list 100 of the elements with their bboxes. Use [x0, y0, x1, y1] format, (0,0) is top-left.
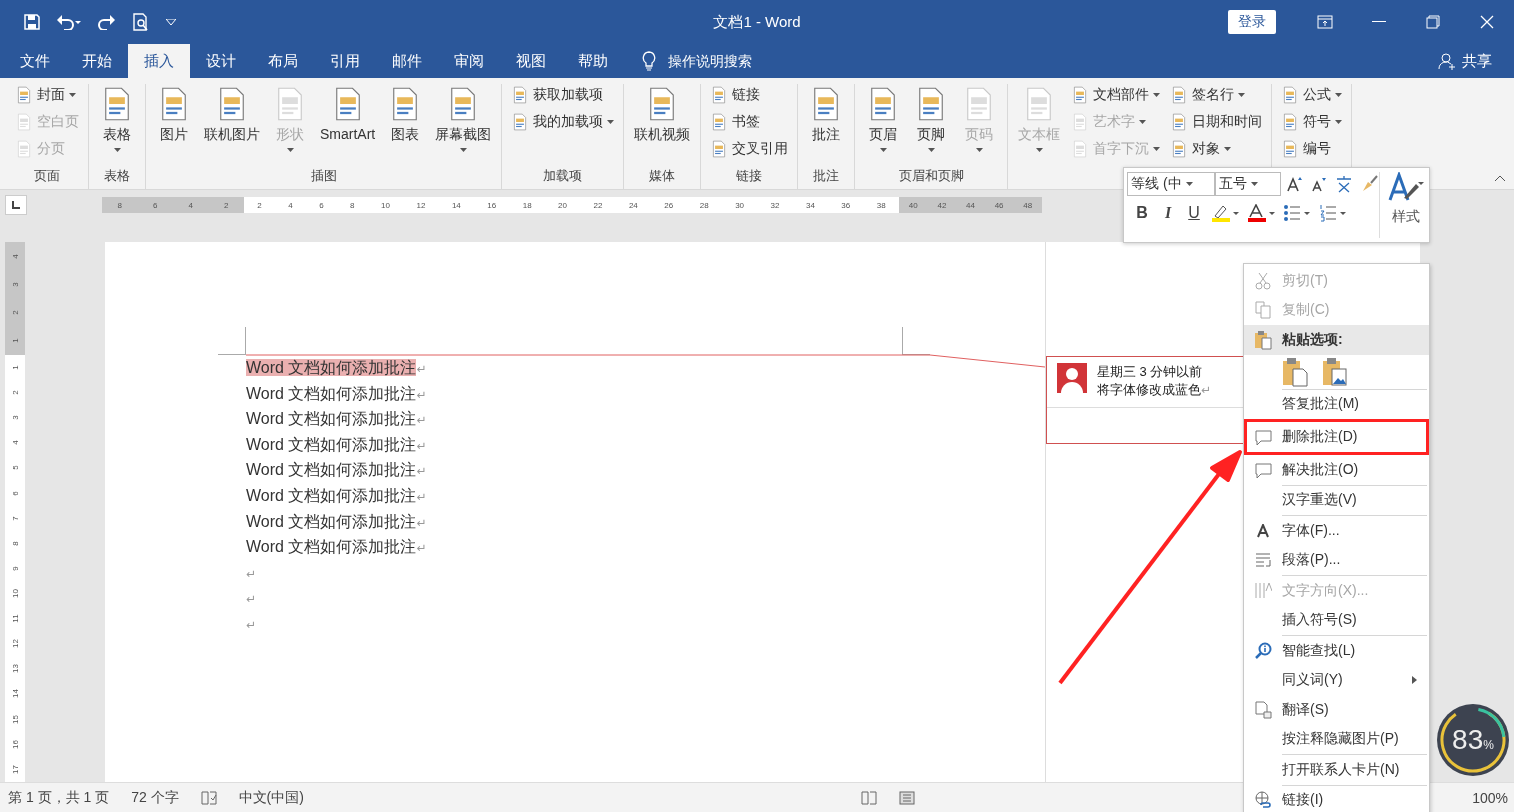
ruler-number: 30 — [735, 200, 745, 210]
ribbon-tab[interactable]: 文件 — [4, 44, 66, 78]
ribbon-tab[interactable]: 审阅 — [438, 44, 500, 78]
numbering-icon[interactable] — [1319, 204, 1347, 222]
menu-item[interactable]: 字体(F)... — [1244, 516, 1429, 546]
ribbon-button[interactable]: 联机视频 — [630, 84, 695, 146]
ribbon-button[interactable]: 文档部件 — [1068, 84, 1164, 106]
caret-icon — [459, 148, 467, 152]
grow-font-icon[interactable] — [1287, 176, 1303, 192]
ribbon-button[interactable]: 符号 — [1278, 111, 1346, 133]
ribbon-button[interactable]: 书签 — [707, 111, 792, 133]
language-status[interactable]: 中文(中国) — [238, 788, 304, 807]
ribbon-button[interactable]: 编号 — [1278, 138, 1346, 160]
ribbon-button[interactable]: 表格 — [95, 84, 139, 154]
ruler-number: 22 — [593, 200, 603, 210]
comment-bubble-icon — [1253, 460, 1273, 479]
paste-picture-icon[interactable] — [1322, 356, 1348, 387]
menu-item[interactable]: 链接(I) — [1244, 785, 1429, 812]
clipboard-icon — [1254, 329, 1272, 350]
ribbon-tab[interactable]: 设计 — [190, 44, 252, 78]
ribbon-tab[interactable]: 视图 — [500, 44, 562, 78]
ribbon-button[interactable]: 链接 — [707, 84, 792, 106]
menu-item[interactable]: 删除批注(D) — [1244, 419, 1429, 455]
tab-selector-button[interactable] — [5, 195, 27, 215]
ruler-number: 6 — [319, 200, 324, 210]
ribbon-button[interactable]: 获取加载项 — [508, 84, 618, 106]
menu-item[interactable]: 汉字重选(V) — [1244, 485, 1429, 515]
menu-item[interactable]: 解决批注(O) — [1244, 455, 1429, 485]
paste-keep-formatting-icon[interactable] — [1282, 356, 1308, 387]
font-color-icon[interactable] — [1247, 204, 1275, 222]
ruler-number: 16 — [487, 200, 497, 210]
customize-caret-icon[interactable] — [166, 19, 176, 25]
comment-text: 将字体修改成蓝色↵ — [1097, 381, 1212, 399]
ruler-number: 32 — [770, 200, 780, 210]
ribbon-button[interactable]: 批注 — [804, 84, 849, 146]
ribbon-button[interactable]: 屏幕截图 — [431, 84, 496, 154]
paragraph-mark: ↵ — [416, 464, 427, 479]
zoom-level[interactable]: 100% — [1472, 789, 1508, 806]
sign-in-button[interactable]: 登录 — [1228, 10, 1276, 34]
ribbon-tab[interactable]: 帮助 — [562, 44, 624, 78]
menu-item[interactable]: 翻译(S) — [1244, 695, 1429, 725]
ribbon-button[interactable]: 对象 — [1167, 138, 1266, 160]
format-button[interactable]: U — [1185, 204, 1203, 222]
styles-icon — [1388, 172, 1424, 202]
ribbon-button[interactable]: 我的加载项 — [508, 111, 618, 133]
ruler-number: 10 — [10, 589, 20, 598]
ribbon-tab[interactable]: 布局 — [252, 44, 314, 78]
menu-item[interactable]: 同义词(Y) — [1244, 665, 1429, 695]
memory-usage-widget[interactable]: 83% — [1437, 704, 1509, 776]
word-count[interactable]: 72 个字 — [131, 788, 179, 807]
paste-options-header[interactable]: 粘贴选项: — [1244, 325, 1429, 355]
page-count[interactable]: 第 1 页，共 1 页 — [8, 788, 110, 807]
paragraph-text: Word 文档如何添加批注 — [246, 512, 417, 530]
format-button[interactable]: I — [1159, 204, 1177, 222]
ruler-number: 7 — [10, 516, 20, 521]
highlight-color-icon[interactable] — [1211, 204, 1239, 222]
ribbon-button[interactable]: 图片 — [152, 84, 196, 146]
ribbon-button[interactable]: 页脚 — [909, 84, 954, 154]
save-icon[interactable] — [24, 14, 40, 30]
ribbon-button[interactable]: 公式 — [1278, 84, 1346, 106]
menu-item[interactable]: 按注释隐藏图片(P) — [1244, 724, 1429, 754]
caret-icon — [1335, 120, 1343, 124]
ribbon-tab[interactable]: 开始 — [66, 44, 128, 78]
ribbon-button[interactable]: 封面 — [12, 84, 82, 106]
ribbon-button[interactable]: 交叉引用 — [707, 138, 792, 160]
format-painter-icon[interactable] — [1361, 175, 1379, 193]
styles-button[interactable]: 样式 — [1379, 172, 1432, 238]
share-button[interactable]: 共享 — [1438, 44, 1492, 78]
menu-item[interactable]: 段落(P)... — [1244, 545, 1429, 575]
ruler-number: 1 — [10, 365, 20, 370]
tell-me-search-field[interactable]: 操作说明搜索 — [666, 52, 790, 70]
ribbon-tab[interactable]: 引用 — [314, 44, 376, 78]
ribbon-button[interactable]: 页眉 — [861, 84, 906, 154]
ribbon-button[interactable]: 联机图片 — [200, 84, 264, 146]
comment-time: 星期三 3 分钟以前 — [1097, 363, 1204, 381]
ribbon-button[interactable]: SmartArt — [316, 84, 380, 144]
paragraph-text: Word 文档如何添加批注 — [246, 461, 417, 479]
read-mode-icon[interactable] — [861, 790, 878, 805]
font-name-field[interactable]: 等线 (中 — [1127, 172, 1215, 196]
font-size-field[interactable]: 五号 — [1215, 172, 1281, 196]
ribbon-tab[interactable]: 邮件 — [376, 44, 438, 78]
format-button[interactable]: B — [1133, 204, 1151, 222]
redo-icon[interactable] — [98, 14, 116, 30]
proofing-icon[interactable] — [200, 790, 217, 805]
ribbon-button[interactable]: 签名行 — [1167, 84, 1266, 106]
paragraph-mark: ↵ — [246, 617, 257, 632]
undo-icon[interactable] — [56, 14, 82, 30]
menu-item[interactable]: 插入符号(S) — [1244, 605, 1429, 635]
paragraph-text: Word 文档如何添加批注 — [246, 435, 417, 453]
ribbon-button[interactable]: 日期和时间 — [1167, 111, 1266, 133]
percent-sign: % — [1483, 738, 1494, 752]
caret-icon — [1238, 93, 1246, 97]
shrink-font-icon[interactable] — [1311, 176, 1327, 192]
print-preview-icon[interactable] — [132, 13, 150, 31]
menu-item[interactable]: 打开联系人卡片(N) — [1244, 755, 1429, 785]
menu-item[interactable]: 答复批注(M) — [1244, 389, 1429, 419]
ribbon-button[interactable]: 图表 — [383, 84, 428, 146]
menu-item[interactable]: 智能查找(L) — [1244, 636, 1429, 666]
ribbon-tab[interactable]: 插入 — [128, 44, 190, 78]
bullets-icon[interactable] — [1283, 204, 1311, 222]
